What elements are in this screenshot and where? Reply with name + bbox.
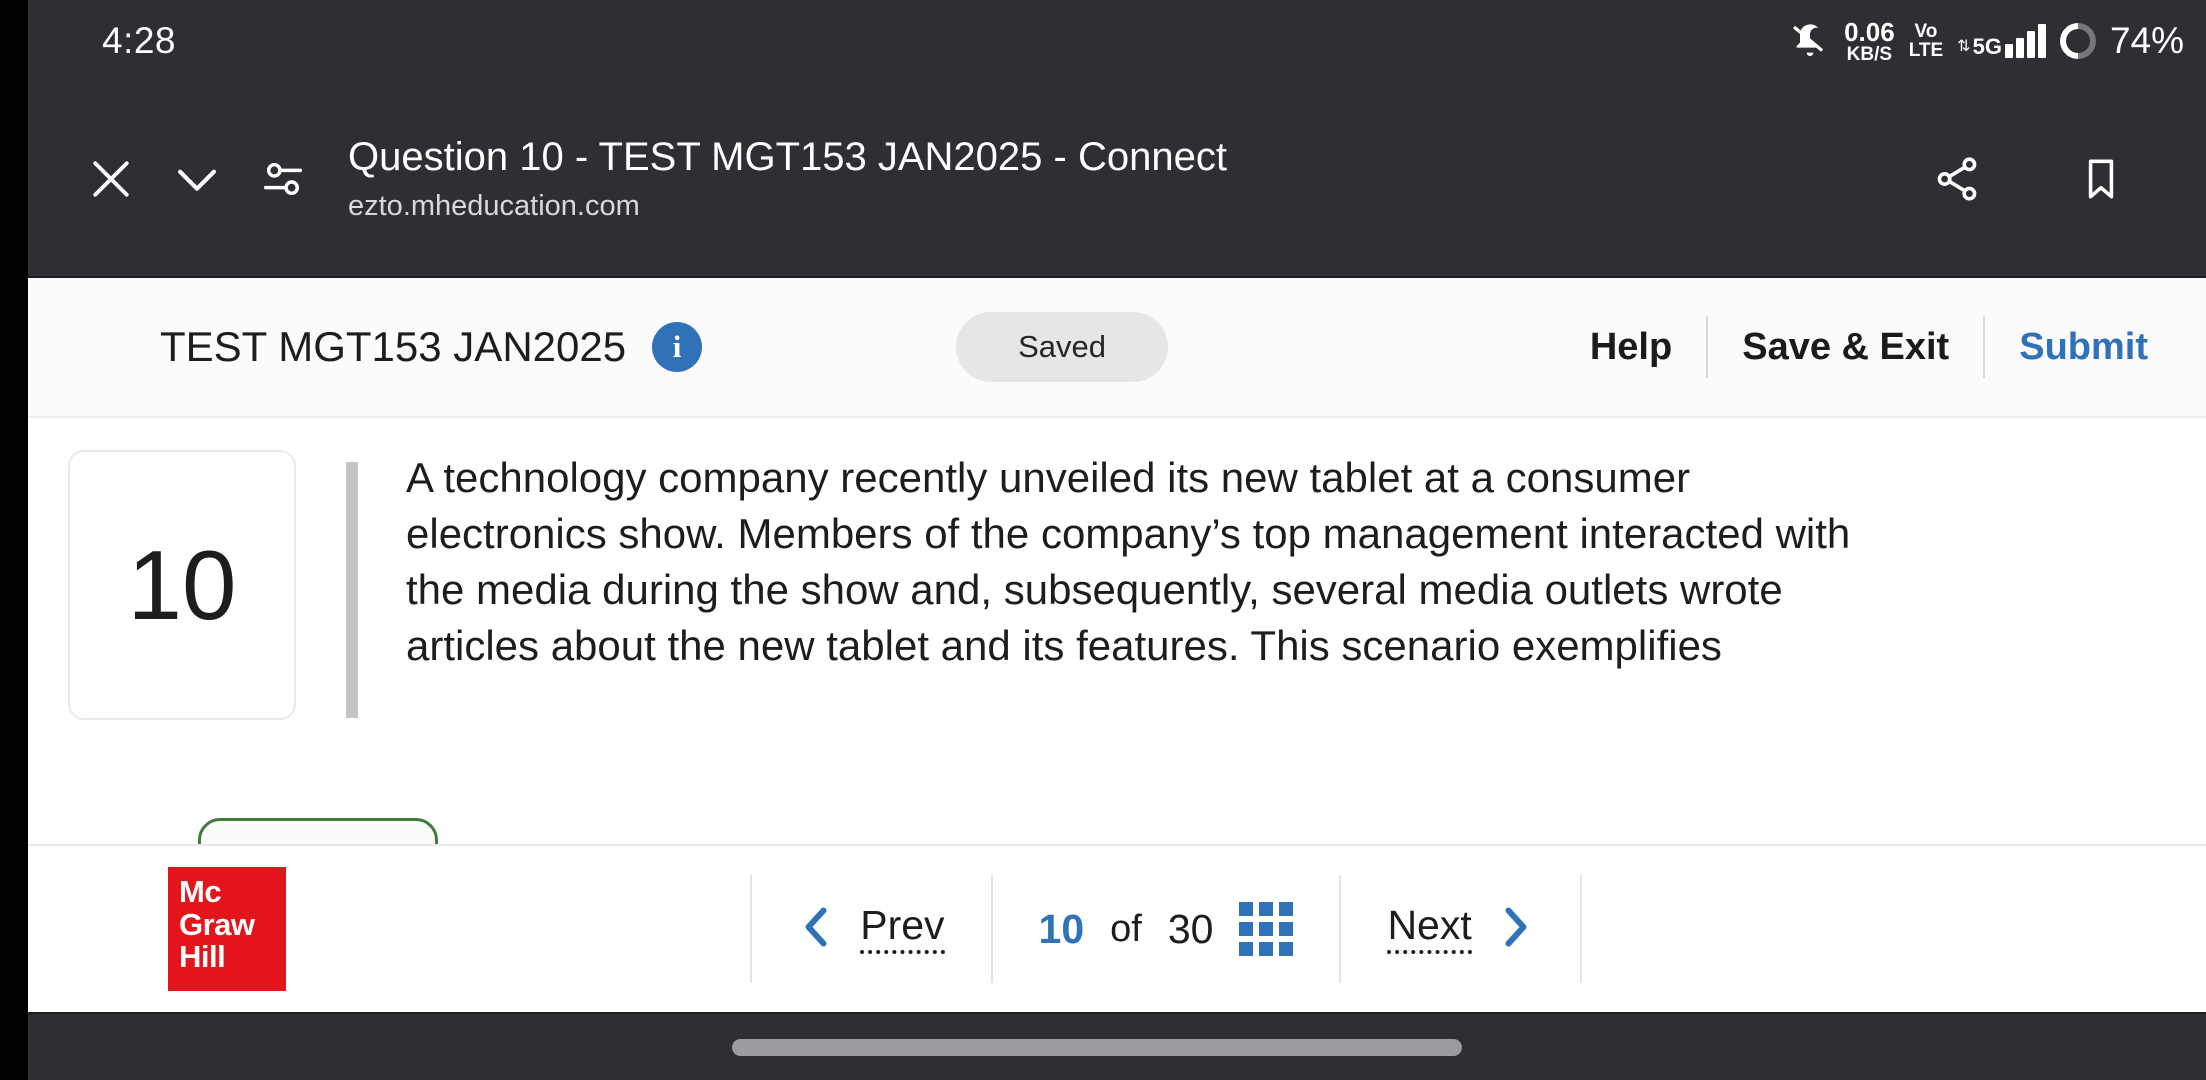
help-button[interactable]: Help bbox=[1556, 326, 1706, 369]
phone-screen: 4:28 0.06 KB/S Vo LTE ⇅ 5G 74% Question … bbox=[28, 0, 2206, 1080]
volte-line-one: Vo bbox=[1914, 21, 1938, 42]
android-status-bar: 4:28 0.06 KB/S Vo LTE ⇅ 5G 74% bbox=[28, 0, 2206, 82]
status-bar-indicators: 0.06 KB/S Vo LTE ⇅ 5G 74% bbox=[1790, 15, 2184, 67]
android-gesture-nav-bar bbox=[28, 1012, 2206, 1080]
prev-label: Prev bbox=[860, 904, 945, 954]
next-label: Next bbox=[1387, 904, 1472, 954]
grid-view-icon[interactable] bbox=[1239, 902, 1294, 956]
volte-line-two: LTE bbox=[1908, 40, 1944, 61]
close-icon[interactable] bbox=[68, 136, 154, 222]
status-bar-clock: 4:28 bbox=[102, 20, 177, 61]
data-transfer-arrows-icon: ⇅ bbox=[1957, 38, 1971, 55]
info-icon[interactable]: i bbox=[652, 322, 703, 372]
question-pager: Prev 10 of 30 Next bbox=[750, 871, 1582, 987]
page-url[interactable]: ezto.mheducation.com bbox=[348, 190, 1914, 223]
battery-ring-icon bbox=[2052, 15, 2104, 67]
page-indicator: 10 of 30 bbox=[993, 871, 1340, 987]
next-button[interactable]: Next bbox=[1341, 871, 1579, 987]
page-settings-icon[interactable] bbox=[240, 136, 326, 222]
total-questions: 30 bbox=[1167, 905, 1214, 952]
logo-line-three: Hill bbox=[179, 939, 226, 975]
chevron-down-icon[interactable] bbox=[154, 136, 240, 222]
submit-button[interactable]: Submit bbox=[1985, 326, 2162, 369]
gesture-home-pill[interactable] bbox=[732, 1038, 1462, 1056]
logo-line-one: Mc bbox=[179, 874, 222, 909]
mcgraw-hill-logo: Mc Graw Hill bbox=[168, 867, 286, 991]
assignment-footer: Mc Graw Hill Prev 10 of 30 Next bbox=[28, 844, 2206, 1012]
chevron-left-icon bbox=[798, 901, 834, 958]
assignment-title: TEST MGT153 JAN2025 bbox=[160, 323, 627, 370]
chevron-right-icon bbox=[1498, 901, 1534, 958]
saved-status-badge: Saved bbox=[956, 312, 1168, 382]
question-number-column: 10 bbox=[28, 450, 296, 848]
volte-icon: Vo LTE bbox=[1909, 22, 1943, 60]
browser-actions bbox=[1914, 136, 2144, 222]
assignment-toolbar: TEST MGT153 JAN2025 i Saved Help Save & … bbox=[28, 278, 2206, 418]
network-type-label: ⇅ 5G bbox=[1957, 36, 2002, 58]
network-type-text: 5G bbox=[1972, 34, 2002, 59]
pager-divider bbox=[1579, 875, 1582, 983]
share-icon[interactable] bbox=[1914, 136, 2000, 222]
save-and-exit-button[interactable]: Save & Exit bbox=[1708, 326, 1983, 369]
browser-title-block: Question 10 - TEST MGT153 JAN2025 - Conn… bbox=[348, 135, 1914, 223]
question-body: 10 A technology company recently unveile… bbox=[28, 418, 2206, 923]
signal-bars-icon bbox=[2004, 24, 2046, 58]
current-question-number: 10 bbox=[1038, 905, 1085, 952]
prev-button[interactable]: Prev bbox=[752, 871, 990, 987]
bell-muted-icon bbox=[1790, 21, 1830, 61]
question-divider bbox=[346, 462, 358, 718]
network-speed-value: 0.06 bbox=[1844, 16, 1895, 47]
bookmark-icon[interactable] bbox=[2058, 136, 2144, 222]
toolbar-actions: Help Save & Exit Submit bbox=[1556, 316, 2162, 378]
page-title: Question 10 - TEST MGT153 JAN2025 - Conn… bbox=[348, 135, 1227, 179]
question-number-box: 10 bbox=[68, 450, 296, 720]
question-text: A technology company recently unveiled i… bbox=[406, 454, 1851, 669]
network-speed-indicator: 0.06 KB/S bbox=[1844, 19, 1895, 64]
browser-custom-tab-bar: Question 10 - TEST MGT153 JAN2025 - Conn… bbox=[28, 82, 2206, 278]
signal-indicator: ⇅ 5G bbox=[1957, 24, 2046, 58]
network-speed-unit: KB/S bbox=[1846, 43, 1893, 65]
logo-line-two: Graw bbox=[179, 906, 255, 942]
of-label: of bbox=[1110, 907, 1142, 950]
battery-percent: 74% bbox=[2109, 20, 2184, 61]
